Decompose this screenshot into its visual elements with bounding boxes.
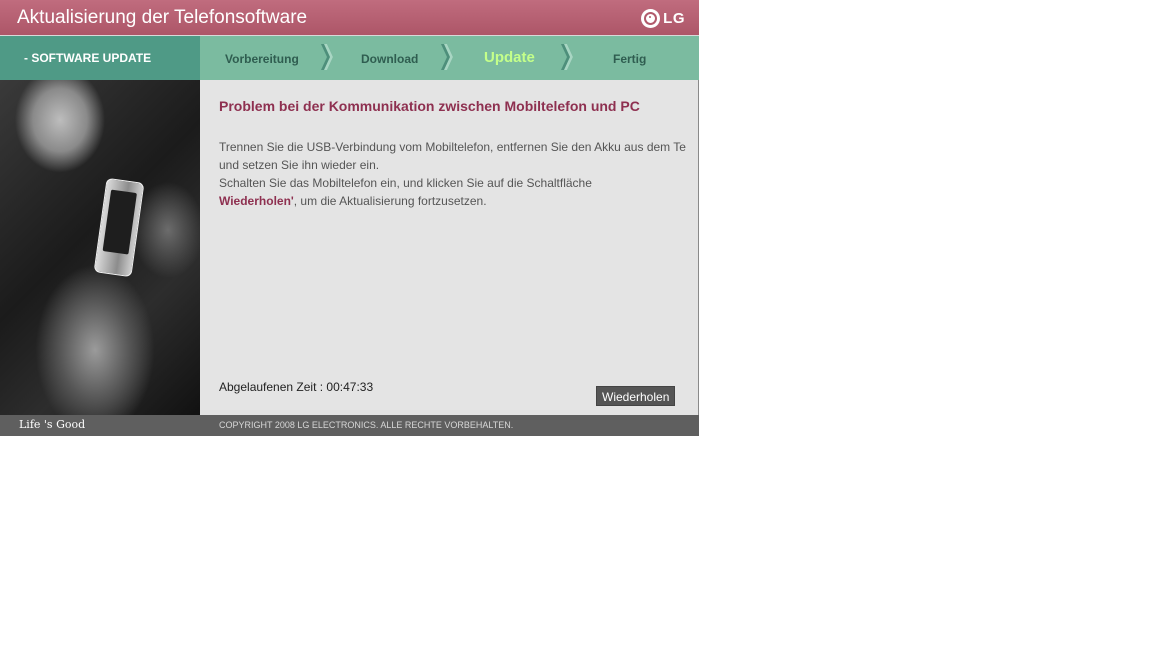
retry-button[interactable]: Wiederholen: [596, 386, 676, 406]
instruction-line-4: Wiederholen', um die Aktualisierung fort…: [219, 194, 487, 208]
footer: Life 's Good COPYRIGHT 2008 LG ELECTRONI…: [0, 415, 699, 436]
chevron-right-icon: [561, 44, 573, 70]
slogan: Life 's Good: [19, 418, 86, 431]
elapsed-time-label: Abgelaufenen Zeit :: [219, 380, 327, 394]
update-window: Aktualisierung der Telefonsoftware LG - …: [0, 0, 699, 436]
step-download: Download: [361, 52, 419, 66]
step-update: Update: [484, 49, 535, 66]
step-vorbereitung: Vorbereitung: [225, 52, 299, 66]
error-heading: Problem bei der Kommunikation zwischen M…: [219, 98, 640, 114]
promo-photo: [0, 80, 200, 415]
lg-logo-text: LG: [663, 9, 685, 27]
instruction-line-1: Trennen Sie die USB-Verbindung vom Mobil…: [219, 140, 686, 154]
lg-logo-icon: [641, 8, 661, 28]
phone-image: [93, 177, 145, 278]
section-label: - SOFTWARE UPDATE: [0, 36, 200, 80]
panel-border: [698, 80, 699, 415]
lg-logo: LG: [641, 8, 685, 28]
copyright: COPYRIGHT 2008 LG ELECTRONICS. ALLE RECH…: [219, 420, 514, 430]
instruction-line-2: und setzen Sie ihn wieder ein.: [219, 158, 380, 172]
elapsed-time-value: 00:47:33: [326, 380, 374, 394]
chevron-right-icon: [321, 44, 333, 70]
progress-steps: Vorbereitung Download Update Fertig: [200, 36, 699, 80]
section-label-text: - SOFTWARE UPDATE: [24, 51, 152, 65]
step-fertig: Fertig: [613, 52, 647, 66]
instruction-line-3: Schalten Sie das Mobiltelefon ein, und k…: [219, 176, 592, 190]
elapsed-time: Abgelaufenen Zeit : 00:47:33: [219, 380, 373, 394]
instruction-line-4-rest: , um die Aktualisierung fortzusetzen.: [293, 194, 487, 208]
chevron-right-icon: [441, 44, 453, 70]
retry-keyword: Wiederholen': [219, 194, 294, 208]
message-panel: Problem bei der Kommunikation zwischen M…: [200, 80, 699, 415]
title-bar: Aktualisierung der Telefonsoftware LG: [0, 0, 699, 35]
window-title: Aktualisierung der Telefonsoftware: [17, 7, 308, 28]
